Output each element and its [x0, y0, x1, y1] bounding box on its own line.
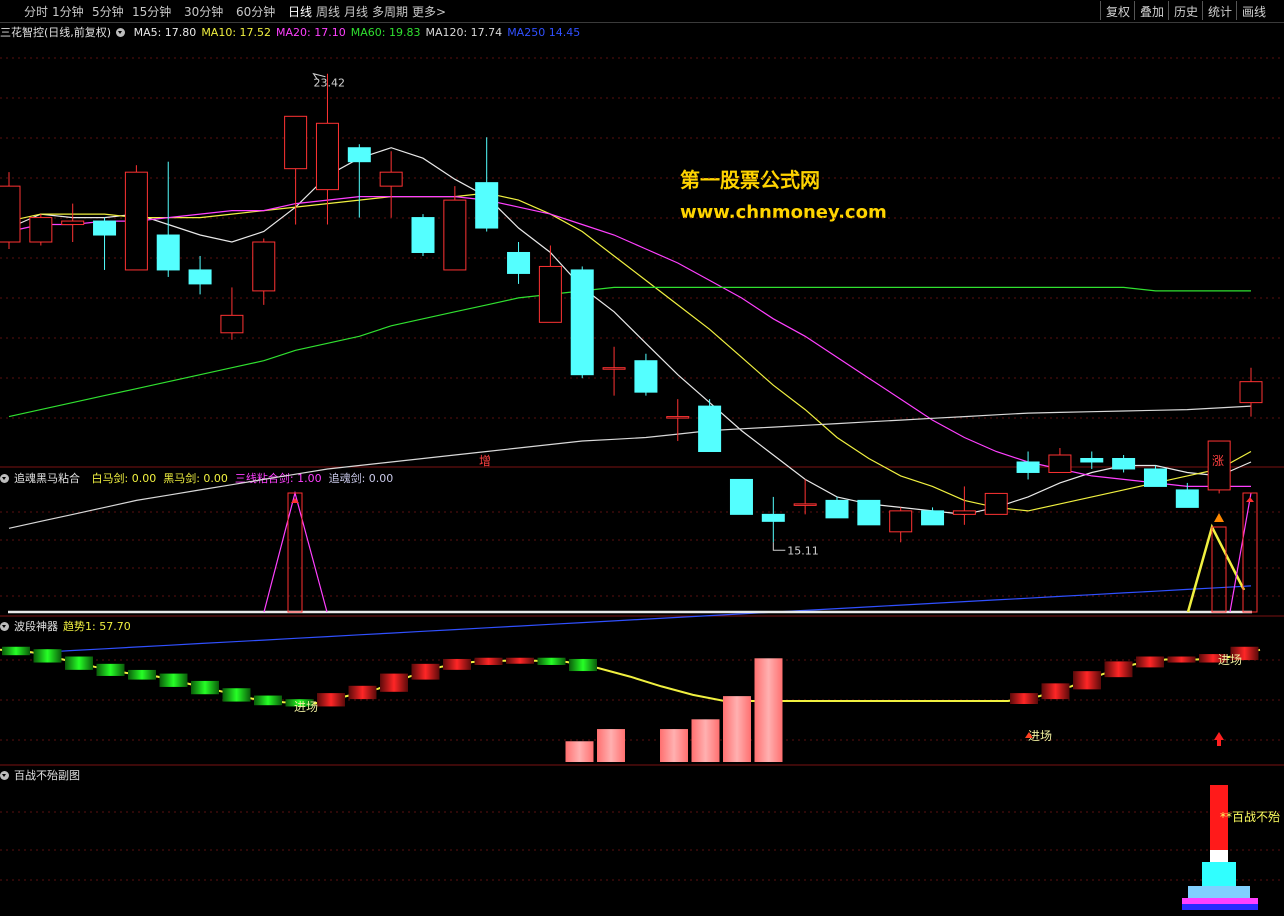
- candle-body: [634, 360, 658, 393]
- entry-label-0: 进场: [294, 700, 318, 714]
- candle-body: [29, 217, 53, 243]
- candle-body: [1048, 454, 1072, 473]
- wave-block: [1136, 656, 1164, 668]
- candle-body: [1080, 457, 1104, 463]
- wave-block: [254, 695, 282, 706]
- energy-bar: [723, 696, 751, 762]
- ma-line-ma60: [8, 286, 1251, 418]
- wave-block: [1010, 693, 1038, 704]
- candle-body: [347, 147, 371, 163]
- entry-label-2: 进场: [1218, 653, 1242, 667]
- wave-block: [2, 646, 30, 656]
- panel2-spike-left: [263, 490, 328, 613]
- panel2-bar-right: [1242, 492, 1258, 613]
- candle-body: [61, 220, 85, 226]
- candle-body: [411, 217, 435, 253]
- stack-lightblue: [1188, 886, 1250, 898]
- annotation-baizhan: **百战不殆: [1220, 810, 1280, 824]
- candle-body: [93, 220, 117, 236]
- wave-block: [474, 657, 503, 665]
- wave-block: [128, 669, 156, 680]
- wave-block: [1041, 683, 1070, 700]
- stack-white: [1210, 850, 1228, 862]
- candle-body: [1239, 381, 1263, 404]
- candle-body: [952, 510, 976, 515]
- candle-body: [1016, 461, 1040, 473]
- candle-body: [538, 265, 562, 323]
- candle-body: [475, 182, 499, 229]
- wave-block: [380, 673, 408, 692]
- candle-body: [156, 234, 180, 271]
- stack-blue: [1182, 904, 1258, 910]
- candle-body: [698, 405, 722, 453]
- wave-block: [537, 657, 566, 665]
- stack-cyan: [1202, 862, 1236, 886]
- wave-block: [348, 685, 377, 700]
- candle-body: [507, 251, 531, 274]
- candle-body: [825, 499, 849, 519]
- candle-body: [252, 241, 276, 292]
- candle-body: [666, 416, 690, 419]
- wave-block: [159, 673, 188, 687]
- panel2-arrow-right: [1246, 497, 1254, 502]
- candle-body: [857, 499, 881, 526]
- wave-block: [443, 658, 471, 670]
- up-arrow-icon: [1214, 732, 1224, 746]
- energy-bar: [660, 729, 688, 762]
- candle-body: [1112, 457, 1136, 470]
- wave-block: [1073, 671, 1101, 690]
- wave-block: [506, 657, 534, 664]
- candle-body: [220, 314, 244, 334]
- wave-block: [191, 680, 219, 695]
- wave-block: [1104, 661, 1133, 678]
- stack-magenta: [1182, 898, 1258, 904]
- panel2-spike-right: [1229, 492, 1252, 613]
- wave-block: [569, 658, 597, 672]
- candle-body: [379, 171, 403, 187]
- wave-block: [65, 656, 93, 670]
- marker-zeng: 增: [479, 454, 491, 468]
- candle-body: [124, 171, 148, 271]
- high-label: 23.42: [313, 77, 345, 90]
- marker-zhang: 涨: [1212, 453, 1224, 468]
- trend-line: [0, 648, 1261, 705]
- wave-block: [222, 688, 251, 702]
- candle-body: [921, 510, 945, 526]
- chart-canvas: 23.4215.11增涨 进场进场进场 **百战不殆: [0, 57, 1284, 910]
- candle-body: [729, 478, 753, 515]
- candle-body: [1175, 489, 1199, 508]
- candle-body: [793, 503, 817, 506]
- candle-body: [315, 122, 339, 191]
- candle-body: [1143, 468, 1167, 487]
- panel2-yellow-spike: [1186, 523, 1246, 613]
- energy-bar: [754, 658, 783, 762]
- energy-bar: [565, 741, 594, 762]
- wave-block: [33, 649, 62, 663]
- candle-body: [570, 269, 594, 376]
- panel2-arrow-mid: [1214, 513, 1224, 522]
- energy-bar: [597, 729, 625, 762]
- candle-body: [284, 115, 308, 170]
- low-pointer: [772, 542, 786, 551]
- wave-block: [317, 693, 345, 707]
- energy-bar: [691, 719, 720, 762]
- candle-body: [889, 510, 913, 533]
- candle-body: [984, 492, 1008, 515]
- panel2-arrow-left: [291, 498, 299, 503]
- wave-block: [411, 663, 440, 680]
- candle-body: [761, 513, 785, 522]
- candle-body: [0, 185, 21, 243]
- ma-line-ma20: [8, 196, 1251, 487]
- candle-body: [443, 199, 467, 271]
- low-label: 15.11: [787, 544, 819, 557]
- wave-block: [96, 663, 125, 676]
- wave-block: [1167, 656, 1196, 663]
- candle-body: [602, 367, 626, 370]
- candle-body: [188, 269, 212, 285]
